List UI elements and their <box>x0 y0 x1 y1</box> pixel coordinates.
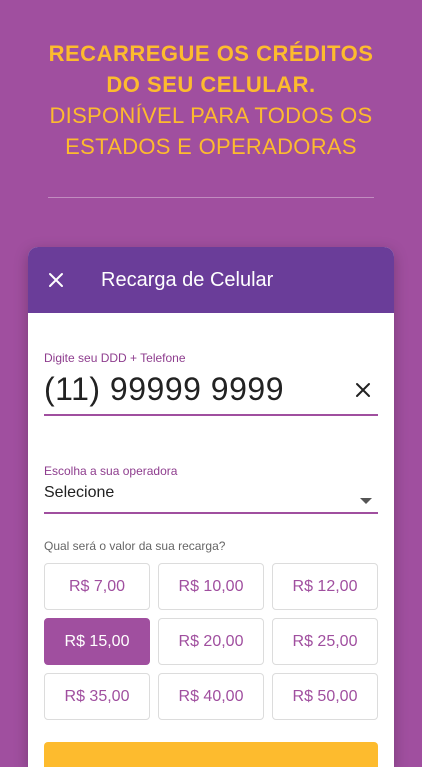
amount-prompt: Qual será o valor da sua recarga? <box>44 539 226 553</box>
amount-option[interactable]: R$ 15,00 <box>44 618 150 665</box>
close-button[interactable] <box>28 247 84 313</box>
amount-option[interactable]: R$ 50,00 <box>272 673 378 720</box>
headline-line-2: DO SEU CELULAR. <box>106 72 316 97</box>
divider <box>48 197 374 198</box>
clear-button[interactable] <box>352 379 374 401</box>
app-bar: Recarga de Celular <box>28 247 394 313</box>
amount-option[interactable]: R$ 20,00 <box>158 618 264 665</box>
phone-field-underline <box>44 414 378 416</box>
operator-field-label: Escolha a sua operadora <box>44 464 178 478</box>
phone-field[interactable]: Digite seu DDD + Telefone (11) 99999 999… <box>44 351 378 416</box>
headline-line-3: DISPONÍVEL PARA TODOS OS <box>49 103 373 128</box>
amount-option[interactable]: R$ 10,00 <box>158 563 264 610</box>
operator-select[interactable]: Escolha a sua operadora Selecione <box>44 464 378 514</box>
headline-line-4: ESTADOS E OPERADORAS <box>65 134 357 159</box>
amount-option[interactable]: R$ 35,00 <box>44 673 150 720</box>
amount-option[interactable]: R$ 12,00 <box>272 563 378 610</box>
promo-headline: RECARREGUE OS CRÉDITOS DO SEU CELULAR. D… <box>0 38 422 162</box>
dropdown-caret-icon[interactable] <box>360 498 372 504</box>
phone-field-label: Digite seu DDD + Telefone <box>44 351 186 365</box>
headline-line-1: RECARREGUE OS CRÉDITOS <box>48 41 374 66</box>
operator-field-underline <box>44 512 378 514</box>
clear-icon <box>356 383 370 397</box>
operator-selected-value[interactable]: Selecione <box>44 484 378 502</box>
amount-option[interactable]: R$ 25,00 <box>272 618 378 665</box>
amount-option[interactable]: R$ 40,00 <box>158 673 264 720</box>
recharge-card: Recarga de Celular Digite seu DDD + Tele… <box>28 247 394 767</box>
amount-option[interactable]: R$ 7,00 <box>44 563 150 610</box>
amount-grid: R$ 7,00 R$ 10,00 R$ 12,00 R$ 15,00 R$ 20… <box>44 563 380 720</box>
phone-input[interactable]: (11) 99999 9999 <box>44 371 378 408</box>
app-title: Recarga de Celular <box>101 268 274 291</box>
close-icon <box>49 273 63 287</box>
continue-button[interactable] <box>44 742 378 767</box>
